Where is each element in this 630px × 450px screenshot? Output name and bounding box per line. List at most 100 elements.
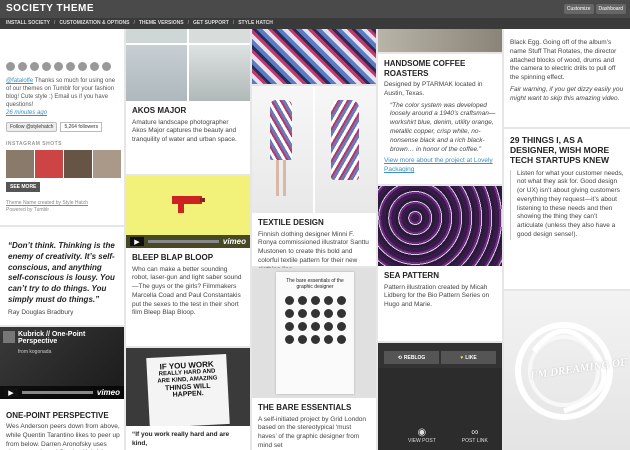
nav-install[interactable]: INSTALL SOCIETY [6, 20, 50, 26]
reblog-button[interactable]: ⟲ REBLOG [384, 351, 439, 364]
post-29-things: 29 THINGS I, AS A DESIGNER, WISH MORE TE… [504, 129, 630, 289]
social-icons [6, 62, 111, 71]
warning-text: Fair warning, if you get dizzy easily yo… [510, 85, 624, 102]
poster-heading: The bare essentials of the graphic desig… [286, 278, 344, 290]
essential-icon [336, 309, 346, 318]
post-title[interactable]: ONE-POINT PERSPECTIVE [6, 411, 120, 420]
vimeo-logo[interactable]: vimeo [97, 388, 120, 397]
essential-icon [323, 335, 333, 344]
facebook-icon[interactable] [18, 62, 27, 71]
post-bare-essentials: The bare essentials of the graphic desig… [252, 268, 376, 450]
post-title[interactable]: THE BARE ESSENTIALS [258, 403, 370, 413]
nav-style-hatch[interactable]: STYLE HATCH [238, 20, 273, 26]
model-photo[interactable] [315, 86, 376, 213]
kubrick-video[interactable]: Kubrick // One-Point Perspective from ko… [0, 327, 124, 399]
essential-icon [284, 309, 294, 318]
dashboard-button[interactable]: Dashboard [595, 4, 626, 14]
essentials-poster: The bare essentials of the graphic desig… [276, 272, 354, 394]
play-icon[interactable]: ▶ [130, 237, 144, 246]
link-icon: ∞ [471, 427, 479, 438]
instagram-icon[interactable] [54, 62, 63, 71]
post-actions: ⟲ REBLOG ♥ LIKE [378, 343, 502, 368]
video-progress[interactable] [148, 240, 219, 243]
reblog-icon: ⟲ [397, 354, 402, 361]
leg-shape [283, 160, 286, 196]
essential-icon [323, 322, 333, 331]
textile-pattern-photo[interactable] [252, 29, 376, 84]
landscape-photo[interactable] [189, 45, 250, 101]
post-text: Amature landscape photographer Akos Majo… [132, 118, 237, 144]
powered-by: Powered by Tumblr [6, 207, 50, 213]
quote-start: “If you work really hard and are kind, [132, 431, 230, 447]
tweet-time[interactable]: 26 minutes ago [6, 110, 47, 116]
post-text: Listen for what your customer needs, not… [510, 169, 624, 240]
post-title[interactable]: 29 THINGS I, AS A DESIGNER, WISH MORE TE… [510, 135, 624, 166]
coffee-photo[interactable] [378, 29, 502, 52]
instagram-thumb[interactable] [6, 150, 34, 178]
video-progress[interactable] [22, 391, 93, 394]
sidebar: @fatalolfe Thanks so much for using one … [0, 29, 124, 450]
tweet-handle[interactable]: @fatalolfe [6, 78, 33, 84]
post-text: Wes Anderson peers down from above, whil… [6, 423, 120, 450]
instagram-title: INSTAGRAM SHOTS [6, 141, 63, 147]
rss-icon[interactable] [102, 62, 111, 71]
post-title[interactable]: BLEEP BLAP BLOOP [132, 253, 244, 263]
like-button[interactable]: ♥ LIKE [441, 351, 496, 364]
essential-icon [310, 335, 320, 344]
photo[interactable] [189, 29, 250, 43]
email-icon[interactable] [90, 62, 99, 71]
column-2: TEXTILE DESIGN Finnish clothing designer… [252, 29, 376, 450]
video-avatar [3, 331, 15, 343]
instagram-thumb[interactable] [35, 150, 63, 178]
video-title[interactable]: Kubrick // One-Point Perspective [18, 331, 118, 345]
view-post-link[interactable]: ◉ VIEW POST [408, 427, 436, 444]
nav-get-support[interactable]: GET SUPPORT [193, 20, 229, 26]
view-post-label: VIEW POST [408, 438, 436, 444]
play-icon[interactable]: ▶ [4, 388, 18, 397]
essential-icon [297, 335, 307, 344]
post-link-link[interactable]: ∞ POST LINK [462, 427, 488, 444]
landscape-photo[interactable] [126, 45, 187, 101]
twitter-icon[interactable] [6, 62, 15, 71]
essentials-photo[interactable]: The bare essentials of the graphic desig… [252, 268, 376, 398]
vimeo-logo[interactable]: vimeo [223, 237, 246, 246]
nav-separator: / [232, 20, 235, 26]
nav-theme-versions[interactable]: THEME VERSIONS [139, 20, 184, 26]
paper-art-photo[interactable]: I'M DREAMING OF [504, 291, 630, 450]
post-handsome-coffee: HANDSOME COFFEE ROASTERS Designed by PTA… [378, 54, 502, 184]
essential-icon [336, 296, 346, 305]
essential-icon [297, 296, 307, 305]
album-text: Black Egg. Going off of the album’s name… [510, 39, 617, 82]
dribbble-icon[interactable] [42, 62, 51, 71]
follower-count: 5,264 followers [60, 122, 103, 132]
follow-button[interactable]: Follow @stylehatch [6, 122, 58, 132]
coffee-link[interactable]: View more about the project at Lovely Pa… [384, 157, 496, 175]
essential-icon [284, 296, 294, 305]
instagram-thumb[interactable] [64, 150, 92, 178]
photo[interactable] [126, 29, 187, 43]
instagram-thumb[interactable] [93, 150, 121, 178]
credit-line[interactable]: Theme Name created by Style Hatch [6, 200, 88, 206]
google-plus-icon[interactable] [30, 62, 39, 71]
sea-pattern-photo[interactable] [378, 186, 502, 266]
bleep-video[interactable]: ▶ vimeo [126, 176, 250, 248]
column-1: AKOS MAJOR Amature landscape photographe… [126, 29, 250, 450]
site-title[interactable]: SOCIETY THEME [6, 3, 94, 14]
see-more-button[interactable]: SEE MORE [6, 182, 41, 192]
post-bleep-blap: ▶ vimeo BLEEP BLAP BLOOP Who can make a … [126, 176, 250, 346]
dress-shape [270, 100, 292, 160]
essential-icon [310, 309, 320, 318]
model-photo[interactable] [252, 86, 313, 213]
vimeo-icon[interactable] [78, 62, 87, 71]
poster-photo[interactable]: IF YOU WORK REALLY HARD AND ARE KIND, AM… [126, 348, 250, 426]
post-title[interactable]: HANDSOME COFFEE ROASTERS [384, 59, 496, 78]
pinterest-icon[interactable] [66, 62, 75, 71]
post-title[interactable]: AKOS MAJOR [132, 106, 244, 116]
dress-shape [331, 100, 359, 180]
photo-row [126, 45, 250, 101]
column-3: HANDSOME COFFEE ROASTERS Designed by PTA… [378, 29, 502, 450]
post-title[interactable]: TEXTILE DESIGN [258, 218, 370, 228]
post-title[interactable]: SEA PATTERN [384, 271, 496, 281]
customize-button[interactable]: Customize [563, 4, 594, 14]
nav-customization[interactable]: CUSTOMIZATION & OPTIONS [59, 20, 129, 26]
